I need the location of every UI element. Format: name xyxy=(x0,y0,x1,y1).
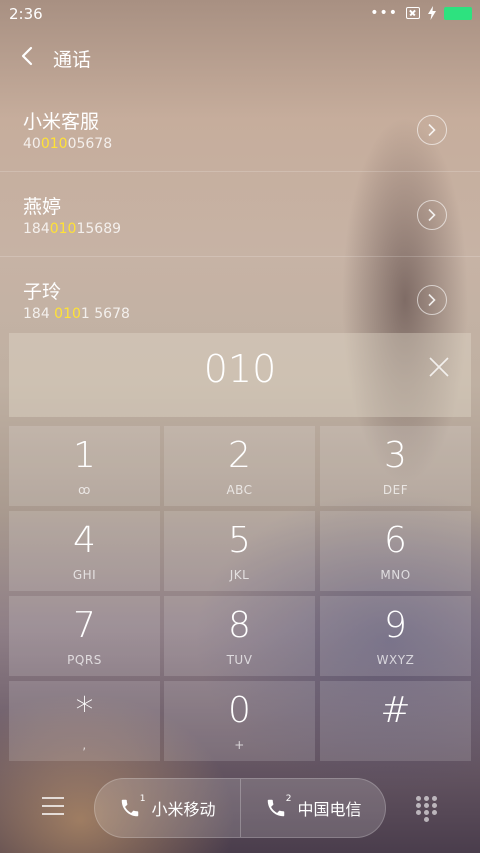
contact-detail-button[interactable] xyxy=(417,200,447,230)
contact-name: 小米客服 xyxy=(23,111,100,133)
key-8[interactable]: 8 TUV xyxy=(164,596,315,676)
key-star[interactable]: *, xyxy=(9,681,160,761)
search-results-list: 小米客服 4001005678 燕婷 18401015689 子玲 184 01… xyxy=(0,87,480,341)
contact-name: 子玲 xyxy=(23,281,62,303)
battery-icon xyxy=(444,6,472,20)
dial-input-display: 010 xyxy=(9,333,471,417)
key-2[interactable]: 2 ABC xyxy=(164,426,315,506)
bottom-bar: 1 小米移动 2 中国电信 xyxy=(0,760,480,853)
menu-icon[interactable] xyxy=(42,797,64,815)
key-3[interactable]: 3 DEF xyxy=(320,426,471,506)
no-sim-icon xyxy=(406,7,420,19)
number-match-highlight: 010 xyxy=(49,221,77,237)
more-notifications-icon: ••• xyxy=(370,5,398,21)
charging-icon xyxy=(428,6,436,20)
page-title: 通话 xyxy=(53,49,92,71)
key-7[interactable]: 7 PQRS xyxy=(9,596,160,676)
status-bar: 2:36 ••• xyxy=(0,0,480,28)
phone-icon: 1 xyxy=(119,794,145,819)
phone-icon: 2 xyxy=(265,794,291,819)
contact-detail-button[interactable] xyxy=(417,115,447,145)
dialed-number: 010 xyxy=(203,347,277,391)
call-sim2-button[interactable]: 2 中国电信 xyxy=(241,779,386,837)
voicemail-icon: ꝏ xyxy=(78,483,91,497)
status-time: 2:36 xyxy=(9,5,43,23)
contact-row[interactable]: 燕婷 18401015689 xyxy=(0,172,480,257)
status-icons: ••• xyxy=(370,6,472,20)
key-9[interactable]: 9 WXYZ xyxy=(320,596,471,676)
contact-number: 184 0101 5678 xyxy=(23,306,130,322)
key-0[interactable]: 0 + xyxy=(164,681,315,761)
key-1[interactable]: 1ꝏ xyxy=(9,426,160,506)
keypad-toggle-icon[interactable] xyxy=(416,796,438,822)
contact-number: 18401015689 xyxy=(23,221,122,237)
contact-row[interactable]: 子玲 184 0101 5678 xyxy=(0,257,480,341)
sim-slot-number: 2 xyxy=(285,794,292,804)
contact-detail-button[interactable] xyxy=(417,285,447,315)
number-match-highlight: 010 xyxy=(54,306,81,322)
sim2-label: 中国电信 xyxy=(297,800,362,819)
contact-row[interactable]: 小米客服 4001005678 xyxy=(0,87,480,172)
chevron-right-icon xyxy=(428,123,436,137)
sim-slot-number: 1 xyxy=(139,794,146,804)
key-4[interactable]: 4 GHI xyxy=(9,511,160,591)
key-5[interactable]: 5 JKL xyxy=(164,511,315,591)
number-match-highlight: 010 xyxy=(40,136,68,152)
sim-call-buttons: 1 小米移动 2 中国电信 xyxy=(94,778,386,838)
contact-number: 4001005678 xyxy=(23,136,113,152)
contact-name: 燕婷 xyxy=(23,196,62,218)
chevron-right-icon xyxy=(428,208,436,222)
clear-input-icon[interactable] xyxy=(427,355,451,379)
back-arrow-icon[interactable] xyxy=(16,42,40,70)
key-hash[interactable]: # xyxy=(320,681,471,761)
key-6[interactable]: 6 MNO xyxy=(320,511,471,591)
call-sim1-button[interactable]: 1 小米移动 xyxy=(95,779,240,837)
top-bar: 通话 xyxy=(0,28,480,85)
sim1-label: 小米移动 xyxy=(151,800,216,819)
chevron-right-icon xyxy=(428,293,436,307)
